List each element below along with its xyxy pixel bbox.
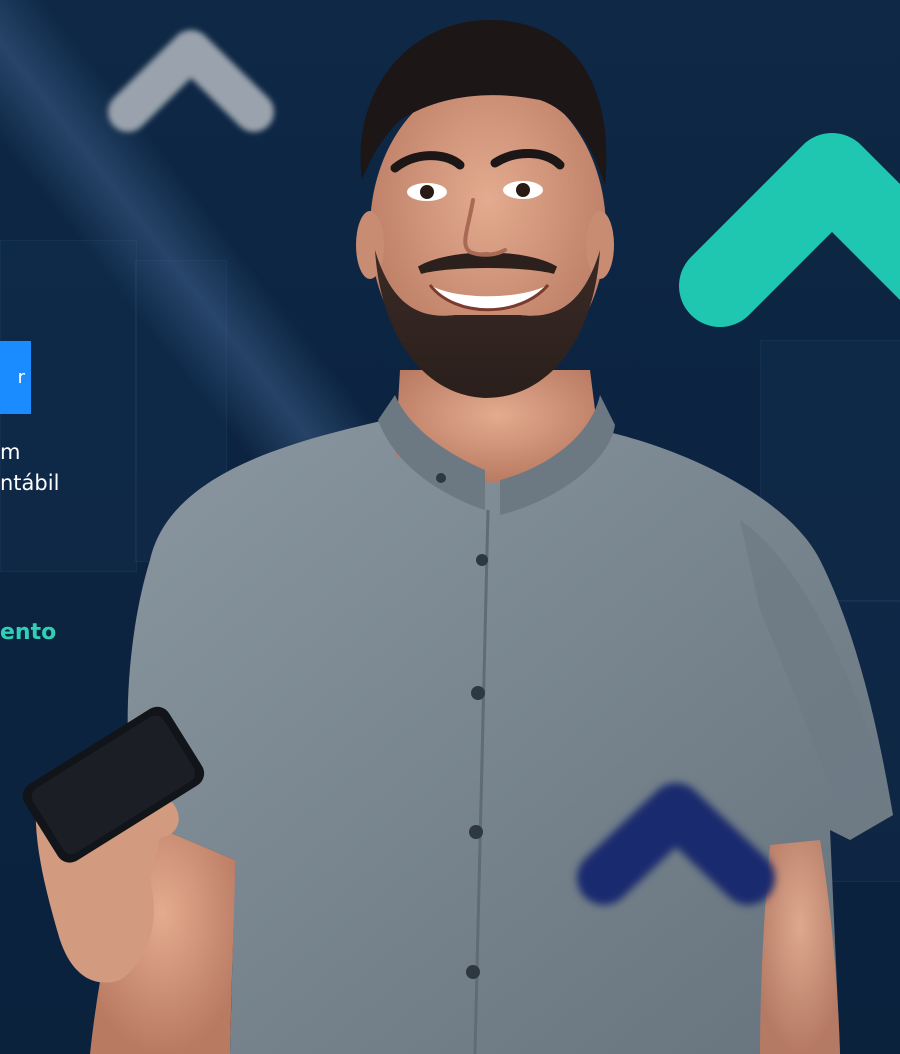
chevron-up-icon (577, 783, 775, 905)
hero-banner: r m ntábil ento (0, 0, 900, 1054)
